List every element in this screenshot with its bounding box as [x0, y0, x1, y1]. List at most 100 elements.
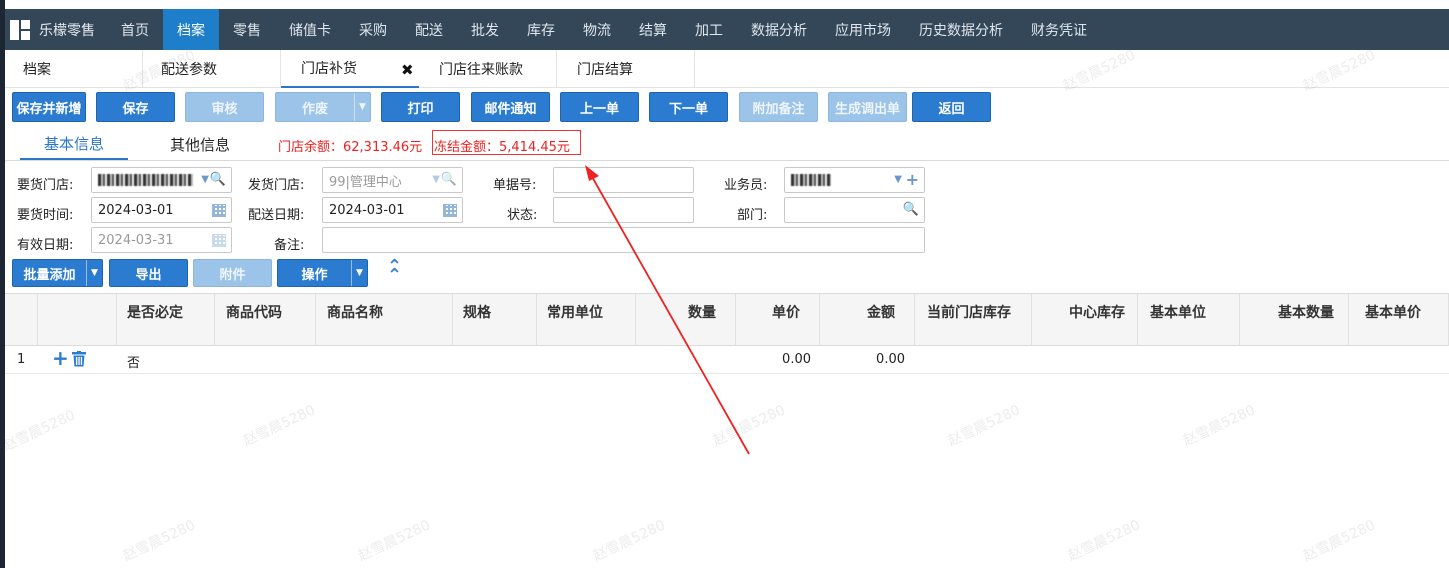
ship-date-input[interactable]: 2024-03-01 — [322, 197, 463, 223]
redacted-value — [98, 174, 193, 186]
remark-input[interactable] — [322, 227, 925, 253]
top-nav: 乐檬零售 首页 档案 零售 储值卡 采购 配送 批发 库存 物流 结算 加工 数… — [5, 9, 1449, 50]
subtab-other-info[interactable]: 其他信息 — [150, 128, 250, 160]
email-notify-button[interactable]: 邮件通知 — [471, 92, 550, 122]
header-base-unit[interactable]: 基本单位 — [1138, 294, 1240, 346]
search-icon[interactable]: 🔍 — [441, 172, 457, 187]
nav-wholesale[interactable]: 批发 — [457, 9, 513, 50]
remark-label: 备注: — [274, 238, 305, 253]
header-store-stock[interactable]: 当前门店库存 — [915, 294, 1032, 346]
calendar-icon[interactable] — [212, 204, 226, 217]
nav-settlement[interactable]: 结算 — [625, 9, 681, 50]
cell-required[interactable]: 否 — [127, 352, 140, 371]
batch-add-button[interactable]: 批量添加 ▼ — [12, 259, 103, 287]
nav-processing[interactable]: 加工 — [681, 9, 737, 50]
chevron-down-icon[interactable]: ▼ — [354, 93, 370, 121]
tab-label: 门店往来账款 — [439, 62, 523, 78]
header-price[interactable]: 单价 — [736, 294, 820, 346]
cell-price[interactable]: 0.00 — [736, 352, 811, 367]
chevron-down-icon[interactable]: ▼ — [86, 260, 102, 286]
tab-distribution-params[interactable]: 配送参数 — [143, 50, 281, 88]
trash-icon[interactable] — [72, 351, 86, 367]
tab-store-replenish[interactable]: 门店补货 — [281, 50, 419, 88]
send-store-label: 发货门店: — [248, 178, 305, 193]
nav-purchase[interactable]: 采购 — [345, 9, 401, 50]
header-goods-name[interactable]: 商品名称 — [316, 294, 453, 346]
void-button[interactable]: 作废 ▼ — [275, 92, 371, 122]
nav-data-analysis[interactable]: 数据分析 — [737, 9, 821, 50]
send-store-input[interactable]: 99|管理中心 ▼ 🔍 — [322, 167, 463, 193]
generate-transfer-button[interactable]: 生成调出单 — [828, 92, 907, 122]
header-qty[interactable]: 数量 — [636, 294, 736, 346]
cell-amount[interactable]: 0.00 — [820, 352, 905, 367]
close-tab-icon[interactable]: ✖ — [401, 61, 414, 79]
tab-store-accounts[interactable]: 门店往来账款 — [419, 50, 557, 88]
header-amount[interactable]: 金额 — [820, 294, 915, 346]
save-and-new-button[interactable]: 保存并新增 — [12, 92, 86, 122]
tab-label: 配送参数 — [161, 62, 217, 78]
prev-doc-button[interactable]: 上一单 — [560, 92, 639, 122]
nav-stored-value-card[interactable]: 储值卡 — [275, 9, 345, 50]
header-goods-code[interactable]: 商品代码 — [215, 294, 316, 346]
tab-label: 档案 — [23, 62, 51, 78]
operate-button[interactable]: 操作 ▼ — [277, 259, 368, 287]
tab-store-settlement[interactable]: 门店结算 — [557, 50, 695, 88]
status-input[interactable] — [553, 197, 694, 223]
grid-header: 是否必定 商品代码 商品名称 规格 常用单位 数量 单价 金额 当前门店库存 中… — [5, 293, 1449, 346]
nav-app-market[interactable]: 应用市场 — [821, 9, 905, 50]
goods-grid: 是否必定 商品代码 商品名称 规格 常用单位 数量 单价 金额 当前门店库存 中… — [5, 293, 1449, 374]
brand-name: 乐檬零售 — [39, 22, 95, 39]
next-doc-button[interactable]: 下一单 — [649, 92, 728, 122]
nav-archive[interactable]: 档案 — [163, 9, 219, 50]
watermark: 赵雪晨5280 — [0, 407, 78, 455]
staff-label: 业务员: — [724, 178, 768, 193]
collapse-up-icon[interactable]: ⌃ ⌃ — [387, 258, 402, 285]
chevron-down-icon[interactable]: ▼ — [201, 174, 209, 185]
valid-date-value: 2024-03-31 — [98, 232, 174, 248]
table-row[interactable]: 1 + 否 0.00 0.00 — [5, 346, 1449, 374]
header-required[interactable]: 是否必定 — [117, 294, 215, 346]
search-icon[interactable]: 🔍 — [903, 202, 919, 217]
page-tabs: 档案 配送参数 门店补货 门店往来账款 门店结算 — [5, 50, 1449, 88]
audit-button[interactable]: 审核 — [185, 92, 264, 122]
calendar-icon[interactable] — [212, 234, 226, 247]
add-remark-button[interactable]: 附加备注 — [739, 92, 818, 122]
print-button[interactable]: 打印 — [381, 92, 460, 122]
add-icon[interactable]: + — [906, 170, 919, 189]
staff-input[interactable]: ▼ + — [784, 167, 925, 193]
chevron-down-icon[interactable]: ▼ — [432, 174, 440, 185]
tab-archive[interactable]: 档案 — [5, 50, 143, 88]
header-base-qty[interactable]: 基本数量 — [1240, 294, 1349, 346]
calendar-icon[interactable] — [443, 204, 457, 217]
chevron-down-icon[interactable]: ▼ — [894, 174, 902, 185]
nav-retail[interactable]: 零售 — [219, 9, 275, 50]
nav-distribution[interactable]: 配送 — [401, 9, 457, 50]
search-icon[interactable]: 🔍 — [210, 172, 226, 187]
subtab-basic-info[interactable]: 基本信息 — [20, 128, 128, 160]
req-store-input[interactable]: ▼ 🔍 — [91, 167, 232, 193]
chevron-down-icon[interactable]: ▼ — [351, 260, 367, 286]
watermark: 赵雪晨5280 — [710, 402, 788, 450]
doc-no-input[interactable] — [553, 167, 694, 193]
header-spec[interactable]: 规格 — [453, 294, 537, 346]
header-index — [5, 294, 38, 346]
add-row-icon[interactable]: + — [52, 348, 69, 368]
nav-history-analysis[interactable]: 历史数据分析 — [905, 9, 1017, 50]
logo — [5, 9, 35, 50]
app-grid-icon — [10, 19, 30, 40]
header-unit[interactable]: 常用单位 — [537, 294, 636, 346]
dept-label: 部门: — [737, 208, 768, 223]
valid-date-input[interactable]: 2024-03-31 — [91, 227, 232, 253]
header-center-stock[interactable]: 中心库存 — [1032, 294, 1138, 346]
header-base-price[interactable]: 基本单价 — [1349, 294, 1449, 346]
nav-inventory[interactable]: 库存 — [513, 9, 569, 50]
export-button[interactable]: 导出 — [109, 259, 188, 287]
dept-input[interactable]: 🔍 — [784, 197, 925, 223]
save-button[interactable]: 保存 — [96, 92, 175, 122]
req-time-input[interactable]: 2024-03-01 — [91, 197, 232, 223]
nav-finance-voucher[interactable]: 财务凭证 — [1017, 9, 1101, 50]
nav-logistics[interactable]: 物流 — [569, 9, 625, 50]
nav-home[interactable]: 首页 — [107, 9, 163, 50]
attachment-button[interactable]: 附件 — [193, 259, 272, 287]
back-button[interactable]: 返回 — [912, 92, 991, 122]
